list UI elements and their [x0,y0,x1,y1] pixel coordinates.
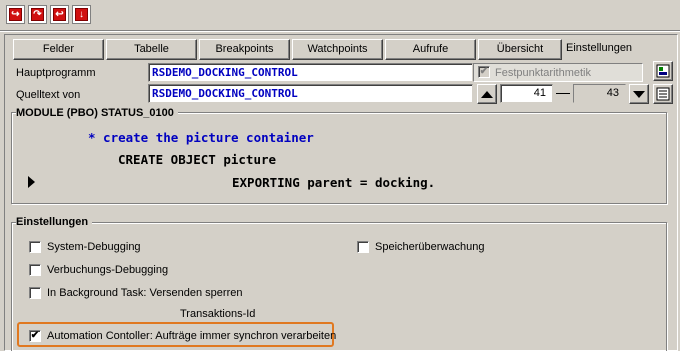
festpunkt-checkbox: ✔ [478,66,490,78]
arrow-up-icon [481,90,493,98]
hauptprogramm-field[interactable]: RSDEMO_DOCKING_CONTROL [148,63,473,82]
automation-controller-label: Automation Contoller: Aufträge immer syn… [47,330,337,342]
transaktions-id-label: Transaktions-Id [180,308,256,320]
tab-watchpoints[interactable]: Watchpoints [292,39,383,60]
source-line-comment[interactable]: * create the picture container [88,130,314,146]
continue-button[interactable]: ↓ [72,5,91,24]
list-icon [656,87,670,101]
source-header: MODULE (PBO) STATUS_0100 [16,106,178,120]
speicherueberwachung-checkbox[interactable] [357,241,369,253]
source-display-button[interactable] [653,84,673,104]
tab-tabelle[interactable]: Tabelle [106,39,197,60]
execute-button[interactable]: ↷ [28,5,47,24]
hauptprogramm-label: Hauptprogramm [16,67,96,79]
layout-button[interactable] [653,61,673,81]
scroll-down-button[interactable] [629,84,649,104]
background-task-checkbox[interactable] [29,287,41,299]
current-line-marker-icon [28,176,35,188]
settings-title: Einstellungen [16,215,93,229]
line-from-field[interactable]: 41 [500,84,553,103]
source-line-create[interactable]: CREATE OBJECT picture [118,152,276,168]
background-task-label: In Background Task: Versenden sperren [47,287,243,299]
toolbar-separator [0,30,680,32]
quelltext-field[interactable]: RSDEMO_DOCKING_CONTROL [148,84,473,103]
toolbar: ↪ ↷ ↩ ↓ [0,0,680,30]
verbuchungs-debugging-label: Verbuchungs-Debugging [47,264,169,276]
quelltext-label: Quelltext von [16,89,81,101]
system-debugging-checkbox[interactable] [29,241,41,253]
system-debugging-label: System-Debugging [47,241,141,253]
single-step-icon: ↪ [9,8,22,21]
return-button[interactable]: ↩ [50,5,69,24]
line-to-field: 43 [573,84,626,103]
tab-breakpoints[interactable]: Breakpoints [199,39,290,60]
return-icon: ↩ [53,8,66,21]
automation-controller-checkbox[interactable]: ✔ [29,330,41,342]
single-step-button[interactable]: ↪ [6,5,25,24]
continue-icon: ↓ [75,8,88,21]
tab-einstellungen[interactable]: Einstellungen [566,39,646,60]
tab-aufrufe[interactable]: Aufrufe [385,39,476,60]
tab-uebersicht[interactable]: Übersicht [478,39,562,60]
layout-icon [656,64,670,78]
scroll-up-button[interactable] [477,84,497,104]
verbuchungs-debugging-checkbox[interactable] [29,264,41,276]
speicherueberwachung-label: Speicherüberwachung [375,241,485,253]
tab-felder[interactable]: Felder [13,39,104,60]
source-line-exporting[interactable]: EXPORTING parent = docking. [232,175,435,191]
execute-icon: ↷ [31,8,44,21]
range-dash [556,93,570,94]
arrow-down-icon [633,90,645,98]
festpunkt-label: Festpunktarithmetik [495,67,591,79]
